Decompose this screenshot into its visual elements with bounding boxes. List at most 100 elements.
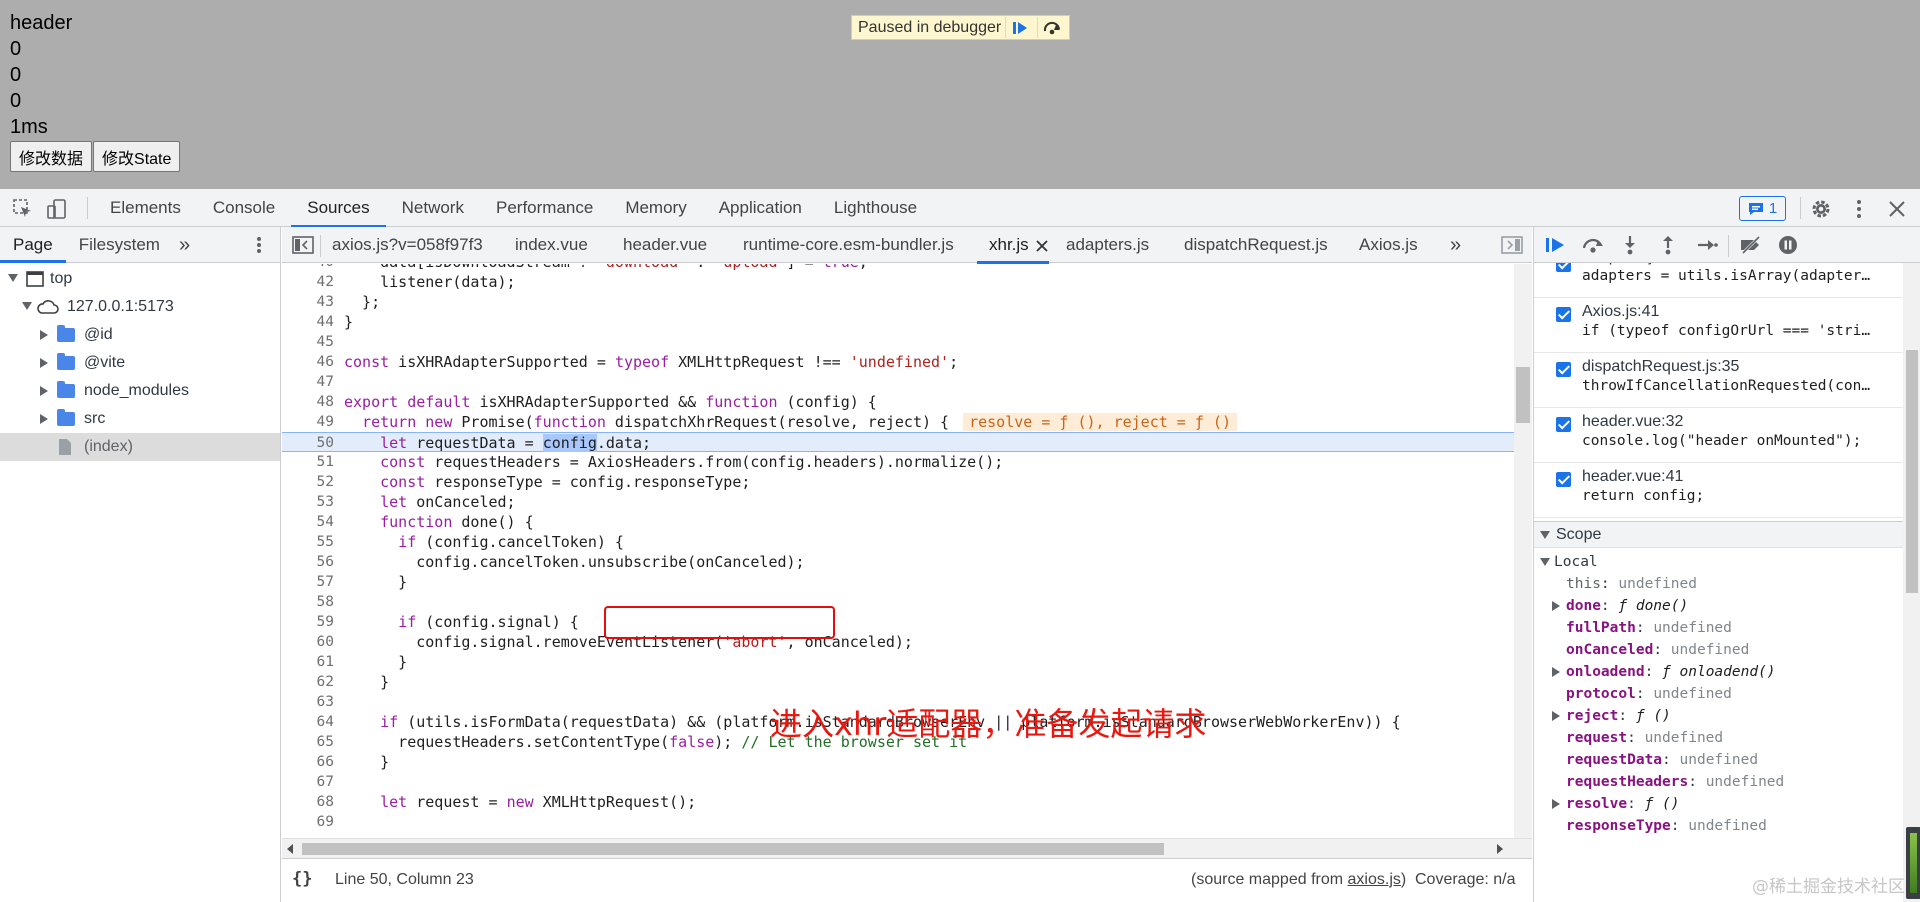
inspected-page: header 0 0 0 1ms 修改数据 修改State Paused in … xyxy=(0,0,1920,189)
folder-icon xyxy=(57,325,75,342)
tree-item[interactable]: node_modules xyxy=(0,377,280,405)
close-tab-icon[interactable] xyxy=(1035,238,1049,258)
tree-item[interactable]: 127.0.0.1:5173 xyxy=(0,293,280,321)
modify-data-button[interactable]: 修改数据 xyxy=(10,141,93,172)
tree-item[interactable]: @vite xyxy=(0,349,280,377)
tab-memory[interactable]: Memory xyxy=(609,189,702,227)
editor-tab-axios-core[interactable]: Axios.js xyxy=(1359,227,1418,263)
coverage-info: Coverage: n/a xyxy=(1415,871,1516,888)
step-into-icon[interactable] xyxy=(1620,235,1642,255)
cloud-icon xyxy=(37,300,59,314)
cursor-position: Line 50, Column 23 xyxy=(335,871,474,888)
code-view[interactable]: 40 data[isDownloadStream ? 'download' : … xyxy=(282,264,1514,838)
breakpoint-item[interactable]: dispatchRequest.js:35 throwIfCancellation… xyxy=(1534,353,1903,408)
tree-item[interactable]: (index) xyxy=(0,433,280,461)
breakpoint-checkbox[interactable] xyxy=(1556,263,1571,272)
tab-elements[interactable]: Elements xyxy=(94,189,197,227)
navigator-tab-filesystem[interactable]: Filesystem xyxy=(66,227,173,262)
breakpoint-item[interactable]: Axios.js:41 if (typeof configOrUrl === 's… xyxy=(1534,298,1903,353)
editor-tab-header-vue[interactable]: header.vue xyxy=(623,227,707,263)
breakpoint-item[interactable]: header.vue:32 console.log("header onMount… xyxy=(1534,408,1903,463)
breakpoint-checkbox[interactable] xyxy=(1556,472,1571,487)
navigator-menu-icon[interactable] xyxy=(250,235,268,260)
paused-label: Paused in debugger xyxy=(858,18,1002,36)
breakpoint-item[interactable]: header.vue:41 return config; xyxy=(1534,463,1903,518)
navigator-more-tabs[interactable]: » xyxy=(173,227,196,262)
scope-variable[interactable]: requestData: undefined xyxy=(1534,749,1903,771)
tab-sources[interactable]: Sources xyxy=(291,189,387,228)
editor-status-bar: {} Line 50, Column 23 (source mapped fro… xyxy=(282,858,1532,902)
scope-variable[interactable]: resolve: ƒ () xyxy=(1534,793,1903,815)
device-toolbar-icon[interactable] xyxy=(46,198,68,220)
editor-vertical-scrollbar[interactable] xyxy=(1514,264,1532,838)
editor-tab-axios[interactable]: axios.js?v=058f97f3 xyxy=(332,227,483,263)
source-mapped-info: (source mapped from axios.js) xyxy=(1191,871,1407,888)
resume-icon[interactable] xyxy=(1005,17,1033,38)
scope-variable[interactable]: protocol: undefined xyxy=(1534,683,1903,705)
editor-tab-dispatchrequest[interactable]: dispatchRequest.js xyxy=(1184,227,1328,263)
current-execution-line: 50 let requestData = config.data; xyxy=(282,432,1514,452)
tab-lighthouse[interactable]: Lighthouse xyxy=(818,189,933,227)
source-editor: axios.js?v=058f97f3 index.vue header.vue… xyxy=(282,227,1532,902)
breakpoint-location: header.vue:41 xyxy=(1582,468,1684,485)
devtools-panel: Elements Console Sources Network Perform… xyxy=(0,189,1920,902)
tab-performance[interactable]: Performance xyxy=(480,189,609,227)
toggle-navigator-icon[interactable] xyxy=(292,235,314,260)
tab-network[interactable]: Network xyxy=(386,189,480,227)
breakpoint-code: return config; xyxy=(1582,488,1705,504)
scope-variable[interactable]: this: undefined xyxy=(1534,573,1903,595)
sidebar-scrollbar[interactable] xyxy=(1903,263,1920,902)
step-over-icon[interactable] xyxy=(1037,17,1065,38)
scope-variable[interactable]: fullPath: undefined xyxy=(1534,617,1903,639)
scope-variable[interactable]: reject: ƒ () xyxy=(1534,705,1903,727)
breakpoint-checkbox[interactable] xyxy=(1556,417,1571,432)
editor-more-tabs[interactable]: » xyxy=(1450,227,1461,263)
editor-horizontal-scrollbar[interactable] xyxy=(282,838,1532,858)
tree-item[interactable]: top xyxy=(0,265,280,293)
breakpoint-code: if (typeof configOrUrl === 'stri… xyxy=(1582,323,1871,339)
tree-item-label: src xyxy=(84,410,106,427)
scope-variable[interactable]: onCanceled: undefined xyxy=(1534,639,1903,661)
editor-tab-xhr[interactable]: xhr.js xyxy=(977,227,1049,264)
settings-gear-icon[interactable] xyxy=(1810,198,1832,220)
resume-execution-icon[interactable] xyxy=(1544,235,1566,255)
source-mapped-link[interactable]: axios.js xyxy=(1348,871,1401,888)
expand-icon xyxy=(1552,601,1560,611)
more-options-icon[interactable] xyxy=(1848,198,1870,220)
toggle-debugger-icon[interactable] xyxy=(1501,235,1523,260)
tab-console[interactable]: Console xyxy=(197,189,291,227)
watermark: @稀土掘金技术社区 xyxy=(1752,877,1905,897)
editor-tab-index-vue[interactable]: index.vue xyxy=(515,227,588,263)
modify-state-button[interactable]: 修改State xyxy=(93,141,181,172)
scope-local-header[interactable]: Local xyxy=(1534,551,1903,573)
scope-variable[interactable]: request: undefined xyxy=(1534,727,1903,749)
scope-variable[interactable]: responseType: undefined xyxy=(1534,815,1903,837)
scope-variable[interactable]: requestHeaders: undefined xyxy=(1534,771,1903,793)
tree-item[interactable]: src xyxy=(0,405,280,433)
breakpoint-item[interactable]: adapters.js:24 adapters = utils.isArray(a… xyxy=(1534,263,1903,298)
pause-on-exceptions-icon[interactable] xyxy=(1778,235,1800,255)
issues-badge[interactable]: 1 xyxy=(1739,196,1786,221)
tree-item[interactable]: @id xyxy=(0,321,280,349)
editor-tab-adapters[interactable]: adapters.js xyxy=(1066,227,1149,263)
navigator-tab-page[interactable]: Page xyxy=(0,227,66,263)
scope-section-header[interactable]: Scope xyxy=(1534,521,1903,548)
issues-count: 1 xyxy=(1768,200,1778,217)
navigator-pane: Page Filesystem » top 127.0.0.1:5173 @id @v… xyxy=(0,227,281,902)
pretty-print-icon[interactable]: {} xyxy=(292,869,312,889)
scope-variable[interactable]: done: ƒ done() xyxy=(1534,595,1903,617)
close-devtools-icon[interactable] xyxy=(1886,198,1908,220)
breakpoint-item[interactable]: header.vue:54console.log('请求失败', error) xyxy=(1534,518,1903,520)
inspect-element-icon[interactable] xyxy=(12,198,34,220)
deactivate-breakpoints-icon[interactable] xyxy=(1739,235,1761,255)
breakpoint-checkbox[interactable] xyxy=(1556,307,1571,322)
scope-title: Scope xyxy=(1556,526,1602,543)
step-out-icon[interactable] xyxy=(1658,235,1680,255)
breakpoint-checkbox[interactable] xyxy=(1556,362,1571,377)
scope-variable[interactable]: onloadend: ƒ onloadend() xyxy=(1534,661,1903,683)
editor-tab-runtime-core[interactable]: runtime-core.esm-bundler.js xyxy=(743,227,954,263)
tab-application[interactable]: Application xyxy=(703,189,818,227)
tree-item-label: node_modules xyxy=(84,382,189,399)
step-over-next-icon[interactable] xyxy=(1581,235,1603,255)
step-icon[interactable] xyxy=(1696,235,1718,255)
